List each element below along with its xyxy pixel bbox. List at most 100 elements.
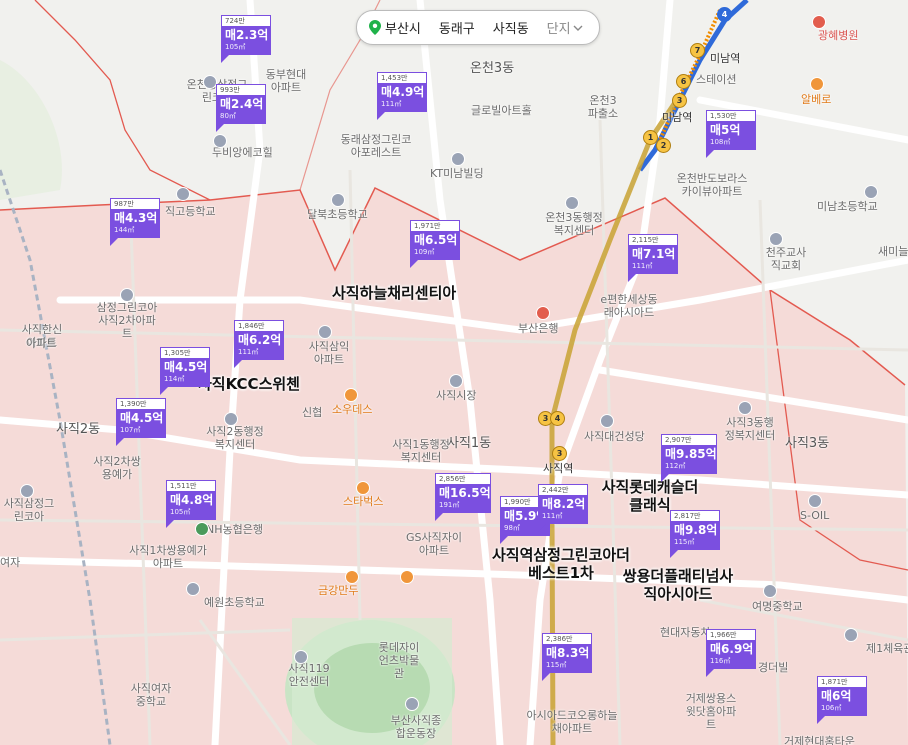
area-value: 109㎡ xyxy=(414,248,435,256)
marker-tail xyxy=(706,669,714,677)
subway-icon[interactable]: 3 xyxy=(672,93,687,108)
subway-icon[interactable]: 4 xyxy=(717,7,732,22)
cafe-icon[interactable] xyxy=(356,481,370,495)
school-icon[interactable] xyxy=(176,187,190,201)
marker-tail xyxy=(216,124,224,132)
building-icon[interactable] xyxy=(565,196,579,210)
marker-tail xyxy=(670,550,678,558)
price-per-pyeong: 993만 xyxy=(216,84,266,95)
area-value: 144㎡ xyxy=(114,226,135,234)
price-marker[interactable]: 1,511만 매4.8억 105㎡ xyxy=(166,480,216,528)
breadcrumb-complex-select[interactable]: 단지 xyxy=(538,18,573,37)
complex-label[interactable]: 사직하늘채리센티아 xyxy=(332,284,456,302)
cafe-icon[interactable] xyxy=(400,570,414,584)
price-per-pyeong: 1,971만 xyxy=(410,220,460,231)
place-label: 미남역 xyxy=(662,111,693,124)
price-per-pyeong: 1,453만 xyxy=(377,72,427,83)
place-label: 아시아드코오롱하늘채아파트 xyxy=(526,709,618,735)
price-per-pyeong: 2,442만 xyxy=(538,484,588,495)
price-marker[interactable]: 993만 매2.4억 80㎡ xyxy=(216,84,266,132)
price-marker[interactable]: 2,442만 매8.2억 111㎡ xyxy=(538,484,588,532)
price-marker[interactable]: 2,907만 매9.85억 112㎡ xyxy=(661,434,717,482)
subway-icon[interactable]: 6 xyxy=(676,74,691,89)
bank-icon[interactable] xyxy=(536,306,550,320)
place-label: S-OIL xyxy=(800,509,830,522)
place-label: 여명중학교 xyxy=(752,600,803,613)
price-per-pyeong: 1,966만 xyxy=(706,629,756,640)
price-marker[interactable]: 1,530만 매5억 108㎡ xyxy=(706,110,756,158)
place-label: KT미남빌딩 xyxy=(430,167,484,180)
cafe-icon[interactable] xyxy=(344,388,358,402)
hospital-icon[interactable] xyxy=(812,15,826,29)
marker-tail xyxy=(166,520,174,528)
place-label: 예원초등학교 xyxy=(204,596,265,609)
price-marker[interactable]: 1,390만 매4.5억 107㎡ xyxy=(116,398,166,446)
building-icon[interactable] xyxy=(844,628,858,642)
subway-icon[interactable]: 4 xyxy=(550,411,565,426)
school-icon[interactable] xyxy=(186,582,200,596)
building-icon[interactable] xyxy=(224,412,238,426)
area-value: 191㎡ xyxy=(439,501,460,509)
price-per-pyeong: 2,907만 xyxy=(661,434,717,445)
building-icon[interactable] xyxy=(120,288,134,302)
school-icon[interactable] xyxy=(331,193,345,207)
price-marker[interactable]: 1,846만 매6.2억 111㎡ xyxy=(234,320,284,368)
price-marker[interactable]: 1,966만 매6.9억 116㎡ xyxy=(706,629,756,677)
place-label: 여자 xyxy=(0,556,21,569)
breadcrumb-city[interactable]: 부산시 xyxy=(381,18,430,37)
complex-label[interactable]: 사직KCC스위첸 xyxy=(198,375,300,393)
place-label: 동래삼정그린코아포레스트 xyxy=(340,133,412,159)
price-marker[interactable]: 1,971만 매6.5억 109㎡ xyxy=(410,220,460,268)
price-marker[interactable]: 2,817만 매9.8억 115㎡ xyxy=(670,510,720,558)
complex-label[interactable]: 쌍용더플래티넘사직아시아드 xyxy=(620,567,736,603)
chevron-down-icon[interactable] xyxy=(573,25,593,31)
price-marker[interactable]: 2,115만 매7.1억 111㎡ xyxy=(628,234,678,282)
area-value: 107㎡ xyxy=(120,426,141,434)
building-icon[interactable] xyxy=(294,650,308,664)
breadcrumb-dong[interactable]: 사직동 xyxy=(484,18,538,37)
building-icon[interactable] xyxy=(808,494,822,508)
price-marker[interactable]: 1,453만 매4.9억 111㎡ xyxy=(377,72,427,120)
breadcrumb-district[interactable]: 동래구 xyxy=(430,18,484,37)
subway-icon[interactable]: 3 xyxy=(552,446,567,461)
building-icon[interactable] xyxy=(20,484,34,498)
building-icon[interactable] xyxy=(318,325,332,339)
marker-tail xyxy=(377,112,385,120)
place-label: 사직1차쌍용예가아파트 xyxy=(129,544,207,570)
price-marker[interactable]: 2,386만 매8.3억 115㎡ xyxy=(542,633,592,681)
building-icon[interactable] xyxy=(213,134,227,148)
place-label: 스타벅스 xyxy=(343,495,384,508)
building-icon[interactable] xyxy=(203,75,217,89)
price-value: 매6.9억 xyxy=(710,642,754,656)
complex-label[interactable]: 사직역삼정그린코아더베스트1차 xyxy=(488,546,634,582)
price-value: 매9.8억 xyxy=(674,523,718,537)
school-icon[interactable] xyxy=(864,185,878,199)
restaurant-icon[interactable] xyxy=(345,570,359,584)
building-icon[interactable] xyxy=(451,152,465,166)
subway-icon[interactable]: 2 xyxy=(656,138,671,153)
dong-label: 사직2동 xyxy=(56,422,101,437)
school-icon[interactable] xyxy=(763,584,777,598)
price-marker[interactable]: 724만 매2.3억 105㎡ xyxy=(221,15,271,63)
subway-icon[interactable]: 7 xyxy=(690,43,705,58)
area-value: 105㎡ xyxy=(170,508,191,516)
area-value: 111㎡ xyxy=(381,100,402,108)
price-marker[interactable]: 1,871만 매6억 106㎡ xyxy=(817,676,867,724)
price-marker[interactable]: 987만 매4.3억 144㎡ xyxy=(110,198,160,246)
restaurant-icon[interactable] xyxy=(810,77,824,91)
map-canvas[interactable]: 온천3동 사직1동 사직2동 사직3동 미남역 광혜병원 온천동삼정그린코아 동… xyxy=(0,0,908,745)
place-label: 현대자동차 xyxy=(660,626,711,639)
building-icon[interactable] xyxy=(769,232,783,246)
price-marker[interactable]: 2,856만 매16.5억 191㎡ xyxy=(435,473,491,521)
building-icon[interactable] xyxy=(449,374,463,388)
place-label: 사직삼정그린코아 xyxy=(3,497,55,523)
price-value: 매6억 xyxy=(821,689,852,703)
place-label: 사직역 xyxy=(543,462,574,475)
place-label: 광혜병원 xyxy=(818,29,859,42)
price-marker[interactable]: 1,305만 매4.5억 114㎡ xyxy=(160,347,210,395)
price-value: 매7.1억 xyxy=(632,247,676,261)
building-icon[interactable] xyxy=(738,401,752,415)
building-icon[interactable] xyxy=(600,414,614,428)
building-icon[interactable] xyxy=(405,697,419,711)
complex-label[interactable]: 사직롯데캐슬더클래식 xyxy=(600,478,700,514)
